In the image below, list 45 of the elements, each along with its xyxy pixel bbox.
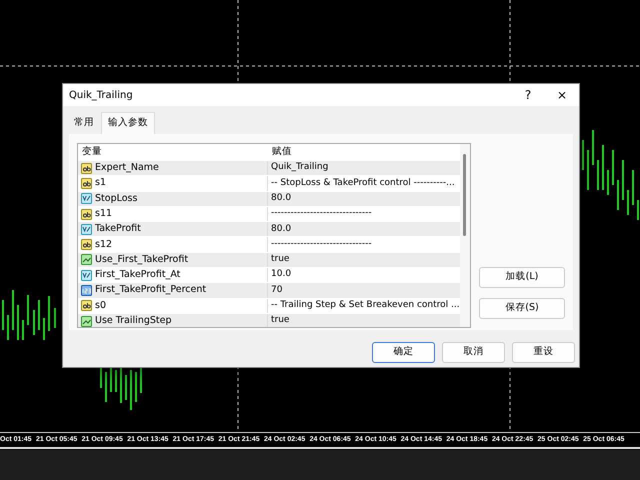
parameter-value[interactable]: 10.0 [268,268,292,282]
parameter-name: Use TrailingStep [95,314,172,327]
parameter-value[interactable]: 70 [268,284,282,298]
number-type-icon [81,270,92,281]
text-type-icon [81,208,92,220]
parameter-name: s11 [95,206,112,221]
parameter-value[interactable]: true [268,253,290,267]
parameter-name: s0 [95,298,106,313]
dialog-button[interactable]: 确定 [372,342,435,363]
parameter-name: Use_First_TakeProfit [95,252,188,267]
text-type-icon [81,239,92,250]
close-button[interactable]: × [545,84,579,106]
parameter-name: s12 [95,238,112,252]
parameter-value[interactable]: ------------------------------- [268,207,372,221]
parameter-name: s1 [95,176,106,190]
dialog-button[interactable]: 取消 [442,342,505,363]
column-header: 变量 [81,145,103,160]
parameter-name: First_TakeProfit_At [95,268,180,282]
parameter-value[interactable]: ------------------------------- [268,238,372,252]
tab[interactable]: 常用 [67,112,101,134]
boolean-type-icon [81,316,92,327]
parameter-value[interactable]: 80.0 [268,222,292,236]
parameter-value[interactable]: Quik_Trailing [268,161,328,175]
boolean-type-icon [81,254,92,266]
parameter-name: StopLoss [95,192,138,206]
parameter-name: First_TakeProfit_Percent [95,283,206,298]
help-button[interactable]: ? [511,84,545,106]
parameter-name: TakeProfit [95,222,141,236]
window-title: Quik_Trailing [69,88,134,102]
parameter-value[interactable]: -- StopLoss & TakeProfit control ----------... [268,176,455,190]
number-type-icon [81,224,92,235]
text-type-icon [81,300,92,312]
column-header: 赋值 [271,145,292,160]
text-type-icon [81,178,92,189]
tab[interactable]: 输入参数 [101,112,155,134]
dialog-button[interactable]: 重设 [512,342,575,363]
scrollbar[interactable] [460,144,470,327]
text-type-icon [81,162,92,174]
number-type-icon [81,193,92,204]
dialog-button[interactable]: 保存(S) [479,298,565,319]
parameter-value[interactable]: true [268,314,290,327]
parameter-name: Expert_Name [95,161,159,176]
parameter-value[interactable]: 80.0 [268,192,292,206]
dialog-button[interactable]: 加载(L) [479,267,565,288]
parameter-value[interactable]: -- Trailing Step & Set Breakeven control ... [268,299,460,313]
